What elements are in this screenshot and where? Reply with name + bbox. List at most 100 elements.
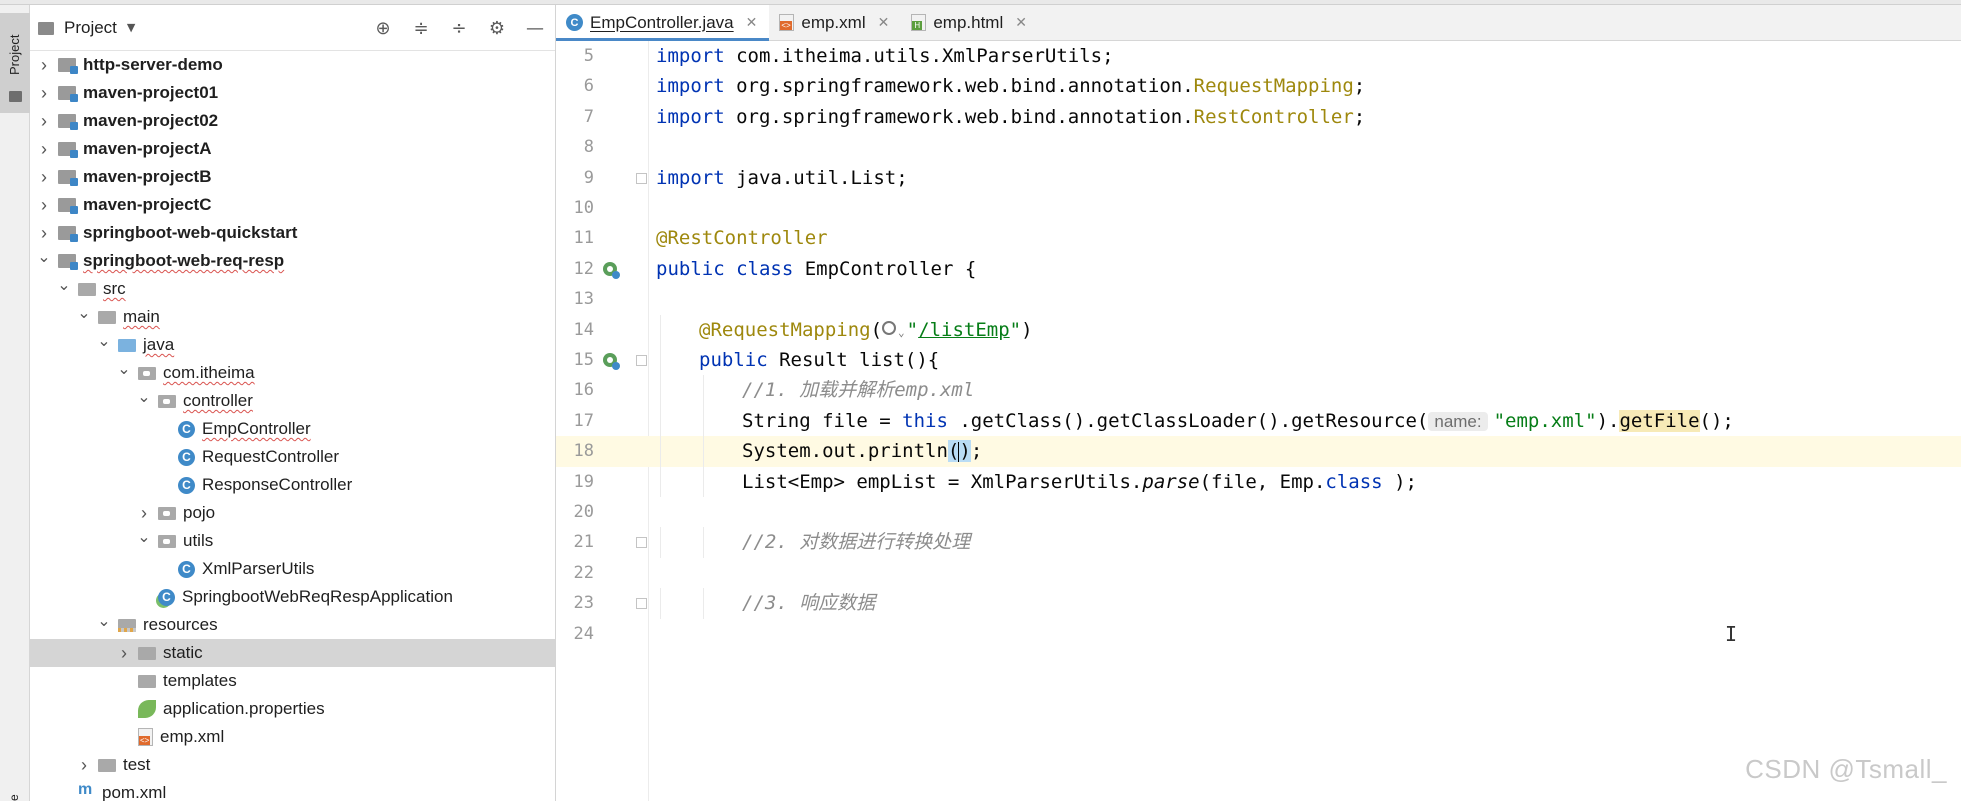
fold-marker-icon[interactable] bbox=[636, 537, 647, 549]
editor-tab[interactable]: C EmpController.java ✕ bbox=[556, 5, 770, 41]
tree-item[interactable]: › pojo bbox=[30, 499, 555, 527]
tree-item[interactable]: C XmlParserUtils bbox=[30, 555, 555, 583]
editor-tab[interactable]: emp.html ✕ bbox=[901, 5, 1039, 40]
code-line[interactable]: 21 //2. 对数据进行转换处理 bbox=[556, 527, 1961, 558]
code-area[interactable]: 5 import com.itheima.utils.XmlParserUtils… bbox=[556, 41, 1961, 801]
bottom-tool-label[interactable]: re bbox=[7, 794, 21, 801]
fold-marker-icon[interactable] bbox=[636, 598, 647, 610]
package-icon bbox=[138, 366, 156, 380]
tree-item[interactable]: templates bbox=[30, 667, 555, 695]
tree-item[interactable]: ⌄ resources bbox=[30, 611, 555, 639]
code-line[interactable]: 22 bbox=[556, 558, 1961, 588]
tree-item[interactable]: ⌄ controller bbox=[30, 387, 555, 415]
code-line[interactable]: 16 //1. 加载并解析emp.xml bbox=[556, 375, 1961, 406]
chevron-down-icon[interactable]: ⌄ bbox=[116, 359, 132, 379]
target-icon[interactable]: ⊕ bbox=[371, 16, 395, 40]
tree-item[interactable]: pom.xml bbox=[30, 779, 555, 801]
chevron-right-icon[interactable]: › bbox=[76, 755, 92, 776]
code-line[interactable]: 19 List<Emp> empList = XmlParserUtils.par… bbox=[556, 466, 1961, 497]
close-icon[interactable]: ✕ bbox=[746, 14, 758, 31]
code-line[interactable]: 6 import org.springframework.web.bind.ann… bbox=[556, 71, 1961, 101]
chevron-right-icon[interactable]: › bbox=[36, 83, 52, 104]
code-line[interactable]: 18 System.out.println(); bbox=[556, 436, 1961, 467]
expand-all-icon[interactable]: ≑ bbox=[409, 16, 433, 40]
parameter-hint: name: bbox=[1428, 411, 1488, 431]
code-line[interactable]: 5 import com.itheima.utils.XmlParserUtils… bbox=[556, 41, 1961, 71]
code-line[interactable]: 7 import org.springframework.web.bind.ann… bbox=[556, 102, 1961, 132]
chevron-right-icon[interactable]: › bbox=[36, 223, 52, 244]
tree-item-label: ResponseController bbox=[202, 475, 353, 494]
chevron-down-icon[interactable]: ⌄ bbox=[96, 611, 112, 631]
chevron-right-icon[interactable]: › bbox=[36, 167, 52, 188]
code-line[interactable]: 13 bbox=[556, 284, 1961, 314]
code-line[interactable]: 14 @RequestMapping(⌄ "/listEmp") bbox=[556, 314, 1961, 345]
code-token: org.springframework.web.bind.annotation. bbox=[736, 105, 1194, 128]
tree-item[interactable]: ⌄ com.itheima bbox=[30, 359, 555, 387]
tree-item[interactable]: C EmpController bbox=[30, 415, 555, 443]
code-token: (file, Emp. bbox=[1199, 470, 1326, 493]
tree-item[interactable]: › test bbox=[30, 751, 555, 779]
code-line[interactable]: 12 public class EmpController { bbox=[556, 254, 1961, 284]
tree-item[interactable]: › http-server-demo bbox=[30, 51, 555, 79]
chevron-right-icon[interactable]: › bbox=[136, 503, 152, 524]
minimize-icon[interactable]: — bbox=[523, 16, 547, 40]
tree-item-label: utils bbox=[183, 531, 214, 550]
chevron-right-icon[interactable]: › bbox=[116, 643, 132, 664]
tree-item[interactable]: ⌄ src bbox=[30, 275, 555, 303]
indent-guide bbox=[660, 375, 661, 406]
chevron-down-icon[interactable]: ▼ bbox=[127, 21, 135, 34]
project-view-selector[interactable]: Project bbox=[64, 18, 117, 38]
code-line[interactable]: 23 //3. 响应数据 bbox=[556, 588, 1961, 619]
fold-marker-icon[interactable] bbox=[636, 355, 647, 366]
tree-item[interactable]: › static bbox=[30, 639, 555, 667]
class-icon: C bbox=[178, 476, 195, 494]
tree-item[interactable]: › maven-projectC bbox=[30, 191, 555, 219]
code-line[interactable]: 10 bbox=[556, 193, 1961, 223]
chevron-down-icon[interactable]: ⌄ bbox=[96, 331, 112, 351]
code-text: public Result list(){ bbox=[699, 345, 939, 375]
chevron-right-icon[interactable]: › bbox=[36, 139, 52, 160]
project-view-icon bbox=[38, 22, 54, 35]
code-line[interactable]: 8 bbox=[556, 132, 1961, 162]
tree-item[interactable]: › maven-project02 bbox=[30, 107, 555, 135]
tree-item[interactable]: › maven-projectA bbox=[30, 135, 555, 163]
editor-tab[interactable]: emp.xml ✕ bbox=[769, 5, 901, 40]
bean-icon[interactable] bbox=[600, 350, 622, 372]
chevron-down-icon[interactable]: ⌄ bbox=[56, 275, 72, 295]
globe-icon[interactable]: ⌄ bbox=[882, 319, 907, 341]
tree-item[interactable]: ⌄ springboot-web-req-resp bbox=[30, 247, 555, 275]
code-line[interactable]: 20 bbox=[556, 497, 1961, 527]
tree-item[interactable]: C RequestController bbox=[30, 443, 555, 471]
tree-item[interactable]: application.properties bbox=[30, 695, 555, 723]
code-token: ); bbox=[1394, 470, 1417, 493]
tree-item[interactable]: › maven-project01 bbox=[30, 79, 555, 107]
close-icon[interactable]: ✕ bbox=[1015, 14, 1027, 31]
project-tool-window-tab[interactable]: Project bbox=[0, 13, 30, 113]
gear-icon[interactable]: ⚙ bbox=[485, 16, 509, 40]
code-line[interactable]: 11 @RestController bbox=[556, 223, 1961, 253]
chevron-down-icon[interactable]: ⌄ bbox=[136, 527, 152, 547]
tree-item[interactable]: ⌄ utils bbox=[30, 527, 555, 555]
tree-item[interactable]: emp.xml bbox=[30, 723, 555, 751]
tree-item[interactable]: C SpringbootWebReqRespApplication bbox=[30, 583, 555, 611]
code-line[interactable]: 9 import java.util.List; bbox=[556, 163, 1961, 193]
fold-marker-icon[interactable] bbox=[636, 172, 647, 184]
chevron-right-icon[interactable]: › bbox=[36, 55, 52, 76]
chevron-down-icon[interactable]: ⌄ bbox=[136, 387, 152, 407]
url-link[interactable]: /listEmp bbox=[918, 319, 1010, 341]
tree-item[interactable]: ⌄ main bbox=[30, 303, 555, 331]
collapse-all-icon[interactable]: ÷ bbox=[447, 16, 471, 40]
bean-icon[interactable] bbox=[600, 259, 622, 281]
tree-item[interactable]: › maven-projectB bbox=[30, 163, 555, 191]
code-line[interactable]: 17 String file = this .getClass().getClas… bbox=[556, 405, 1961, 437]
chevron-down-icon[interactable]: ⌄ bbox=[36, 247, 52, 267]
code-line[interactable]: 24 bbox=[556, 619, 1961, 649]
chevron-down-icon[interactable]: ⌄ bbox=[76, 303, 92, 323]
code-line[interactable]: 15 public Result list(){ bbox=[556, 345, 1961, 376]
tree-item[interactable]: ⌄ java bbox=[30, 331, 555, 359]
tree-item[interactable]: › springboot-web-quickstart bbox=[30, 219, 555, 247]
chevron-right-icon[interactable]: › bbox=[36, 195, 52, 216]
tree-item[interactable]: C ResponseController bbox=[30, 471, 555, 499]
chevron-right-icon[interactable]: › bbox=[36, 111, 52, 132]
close-icon[interactable]: ✕ bbox=[878, 14, 890, 31]
